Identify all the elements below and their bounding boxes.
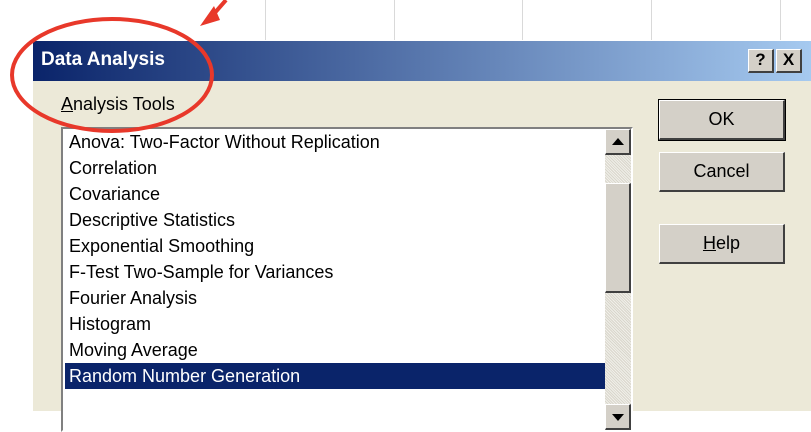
arrow-up-icon	[612, 138, 624, 145]
help-button-text: elp	[715, 233, 741, 253]
cancel-button[interactable]: Cancel	[659, 152, 785, 192]
grid-line	[780, 0, 781, 40]
list-item[interactable]: F-Test Two-Sample for Variances	[65, 259, 605, 285]
scroll-thumb[interactable]	[605, 183, 631, 293]
analysis-tools-label-text: nalysis Tools	[73, 94, 175, 114]
list-item[interactable]: Moving Average	[65, 337, 605, 363]
list-item[interactable]: Correlation	[65, 155, 605, 181]
list-scrollbar[interactable]	[605, 129, 631, 430]
dialog-title: Data Analysis	[41, 49, 165, 70]
grid-line	[394, 0, 395, 40]
help-button[interactable]: Help	[659, 224, 785, 264]
grid-line	[651, 0, 652, 40]
list-item[interactable]: Descriptive Statistics	[65, 207, 605, 233]
grid-line	[265, 0, 266, 40]
arrow-down-icon	[612, 414, 624, 421]
list-item[interactable]: Exponential Smoothing	[65, 233, 605, 259]
dialog-titlebar[interactable]: Data Analysis ? X	[33, 41, 811, 81]
ok-button[interactable]: OK	[658, 99, 786, 141]
analysis-tools-list: Anova: Two-Factor Without Replication Co…	[65, 129, 605, 389]
titlebar-close-button[interactable]: X	[776, 49, 802, 73]
grid-line	[522, 0, 523, 40]
list-item[interactable]: Random Number Generation	[65, 363, 605, 389]
list-item[interactable]: Fourier Analysis	[65, 285, 605, 311]
scroll-up-button[interactable]	[605, 129, 631, 155]
analysis-tools-label: Analysis Tools	[61, 94, 175, 115]
scroll-down-button[interactable]	[605, 404, 631, 430]
analysis-tools-listbox[interactable]: Anova: Two-Factor Without Replication Co…	[61, 127, 633, 432]
spreadsheet-background	[0, 0, 811, 40]
list-item[interactable]: Covariance	[65, 181, 605, 207]
list-item[interactable]: Histogram	[65, 311, 605, 337]
titlebar-help-button[interactable]: ?	[748, 49, 774, 73]
help-button-accelerator: H	[702, 233, 716, 253]
data-analysis-dialog: Data Analysis ? X Analysis Tools Anova: …	[32, 40, 811, 432]
list-item[interactable]: Anova: Two-Factor Without Replication	[65, 129, 605, 155]
analysis-tools-label-accelerator: A	[61, 94, 74, 114]
